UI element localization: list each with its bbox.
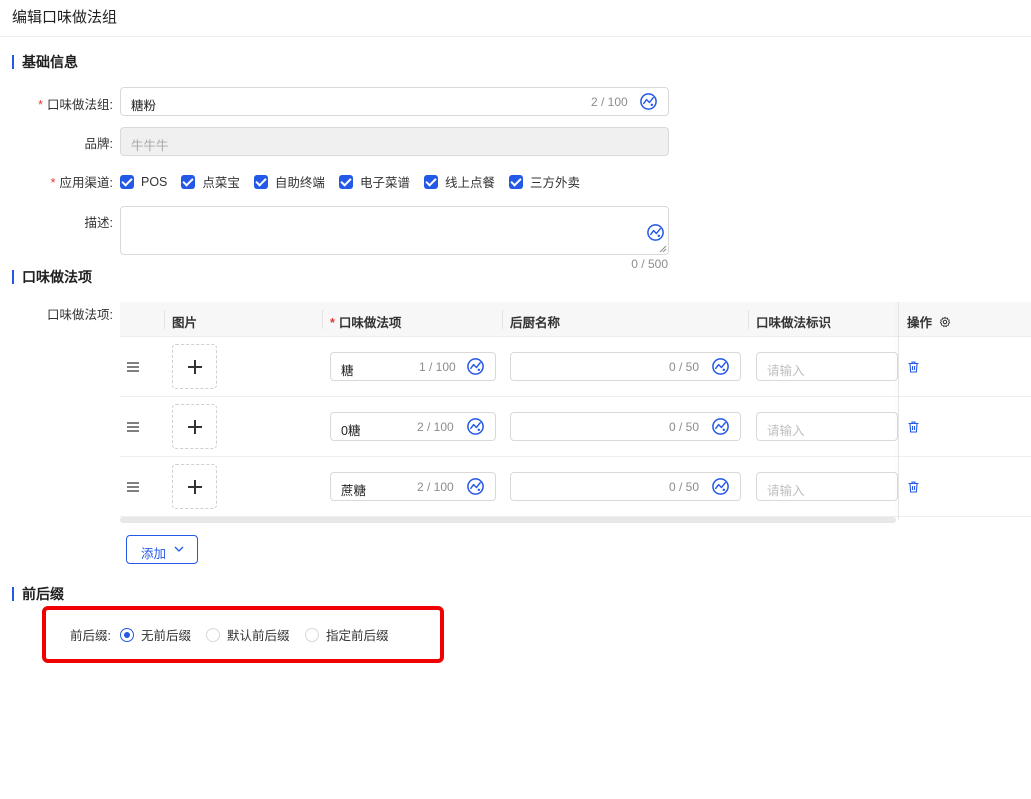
tag-input[interactable]: 请输入 xyxy=(756,472,898,501)
ai-assist-icon[interactable] xyxy=(711,357,730,376)
brand-label: 品牌: xyxy=(84,137,113,151)
section-title-basic: 基础信息 xyxy=(12,54,78,70)
column-header-tag: 口味做法标识 xyxy=(756,316,832,330)
ai-assist-icon[interactable] xyxy=(466,417,485,436)
trash-icon[interactable] xyxy=(908,361,919,373)
page-header: 编辑口味做法组 xyxy=(0,0,1031,37)
item-name-input[interactable]: 0糖 2 / 100 xyxy=(330,412,496,441)
fixed-column-divider xyxy=(898,302,899,520)
channel-checkbox-online[interactable]: 线上点餐 xyxy=(423,172,495,191)
checkbox-checked[interactable] xyxy=(423,174,438,189)
ai-assist-icon[interactable] xyxy=(466,357,485,376)
gear-icon[interactable] xyxy=(939,316,951,328)
trash-icon[interactable] xyxy=(908,481,919,493)
radio-custom-affix[interactable]: 指定前后缀 xyxy=(305,625,389,644)
drag-handle-icon[interactable] xyxy=(127,362,139,372)
ai-assist-icon[interactable] xyxy=(639,92,658,111)
group-name-count: 2 / 100 xyxy=(591,95,628,109)
ai-assist-icon[interactable] xyxy=(466,477,485,496)
trash-icon[interactable] xyxy=(908,421,919,433)
channels-checkbox-group: POS 点菜宝 自助终端 电子菜谱 线上点餐 三方外卖 xyxy=(120,172,594,191)
checkbox-checked[interactable] xyxy=(253,174,268,189)
group-name-input[interactable]: 糖粉 2 / 100 xyxy=(120,87,669,116)
description-count: 0 / 500 xyxy=(631,257,668,271)
section-title-items: 口味做法项 xyxy=(12,269,92,285)
tag-input[interactable]: 请输入 xyxy=(756,352,898,381)
table-row: 蔗糖 2 / 100 0 / 50 请输入 xyxy=(120,457,1031,517)
ai-assist-icon[interactable] xyxy=(711,417,730,436)
group-name-label: * 口味做法组: xyxy=(38,98,113,112)
checkbox-checked[interactable] xyxy=(120,174,134,189)
item-name-input[interactable]: 糖 1 / 100 xyxy=(330,352,496,381)
description-textarea[interactable] xyxy=(120,206,669,255)
radio-checked[interactable] xyxy=(120,627,134,642)
kitchen-name-input[interactable]: 0 / 50 xyxy=(510,352,741,381)
item-name-input[interactable]: 蔗糖 2 / 100 xyxy=(330,472,496,501)
radio-default-affix[interactable]: 默认前后缀 xyxy=(206,625,290,644)
radio-unchecked[interactable] xyxy=(305,627,319,642)
section-title-affix: 前后缀 xyxy=(12,586,64,602)
column-header-action: 操作 xyxy=(907,312,951,331)
channel-checkbox-delivery[interactable]: 三方外卖 xyxy=(508,172,580,191)
image-upload-button[interactable] xyxy=(172,344,217,389)
image-upload-button[interactable] xyxy=(172,464,217,509)
drag-handle-icon[interactable] xyxy=(127,482,139,492)
drag-handle-icon[interactable] xyxy=(127,422,139,432)
channels-label: * 应用渠道: xyxy=(50,176,113,190)
channel-checkbox-diancaibao[interactable]: 点菜宝 xyxy=(181,172,240,191)
chevron-down-icon xyxy=(174,546,184,552)
kitchen-name-input[interactable]: 0 / 50 xyxy=(510,412,741,441)
page-title: 编辑口味做法组 xyxy=(12,9,118,26)
checkbox-checked[interactable] xyxy=(181,174,196,189)
items-field-label: 口味做法项: xyxy=(47,308,113,322)
table-row: 0糖 2 / 100 0 / 50 请输入 xyxy=(120,397,1031,457)
resize-grip-icon[interactable] xyxy=(659,245,667,253)
add-item-button[interactable]: 添加 xyxy=(126,535,198,564)
column-header-kitchen: 后厨名称 xyxy=(510,316,561,330)
ai-assist-icon[interactable] xyxy=(711,477,730,496)
column-header-image: 图片 xyxy=(172,316,198,330)
tag-input[interactable]: 请输入 xyxy=(756,412,898,441)
group-name-value: 糖粉 xyxy=(131,99,157,113)
table-row: 糖 1 / 100 0 / 50 请输入 xyxy=(120,337,1031,397)
description-label: 描述: xyxy=(84,216,113,230)
brand-input: 牛牛牛 xyxy=(120,127,669,156)
radio-unchecked[interactable] xyxy=(206,627,220,642)
checkbox-checked[interactable] xyxy=(338,174,353,189)
image-upload-button[interactable] xyxy=(172,404,217,449)
horizontal-scrollbar[interactable] xyxy=(120,517,896,523)
channel-checkbox-kiosk[interactable]: 自助终端 xyxy=(253,172,325,191)
column-header-name: * 口味做法项 xyxy=(330,316,402,330)
radio-no-affix[interactable]: 无前后缀 xyxy=(120,625,191,644)
ai-assist-icon[interactable] xyxy=(646,223,665,242)
channel-checkbox-pos[interactable]: POS xyxy=(120,174,167,189)
kitchen-name-input[interactable]: 0 / 50 xyxy=(510,472,741,501)
affix-label: 前后缀: xyxy=(70,629,111,643)
brand-value: 牛牛牛 xyxy=(131,139,169,153)
table-header: 图片 * 口味做法项 后厨名称 口味做法标识 操作 xyxy=(120,302,1031,337)
items-table: 图片 * 口味做法项 后厨名称 口味做法标识 操作 糖 1 / 100 0 / 5… xyxy=(120,302,1031,524)
channel-checkbox-emenu[interactable]: 电子菜谱 xyxy=(338,172,410,191)
checkbox-checked[interactable] xyxy=(508,174,523,189)
